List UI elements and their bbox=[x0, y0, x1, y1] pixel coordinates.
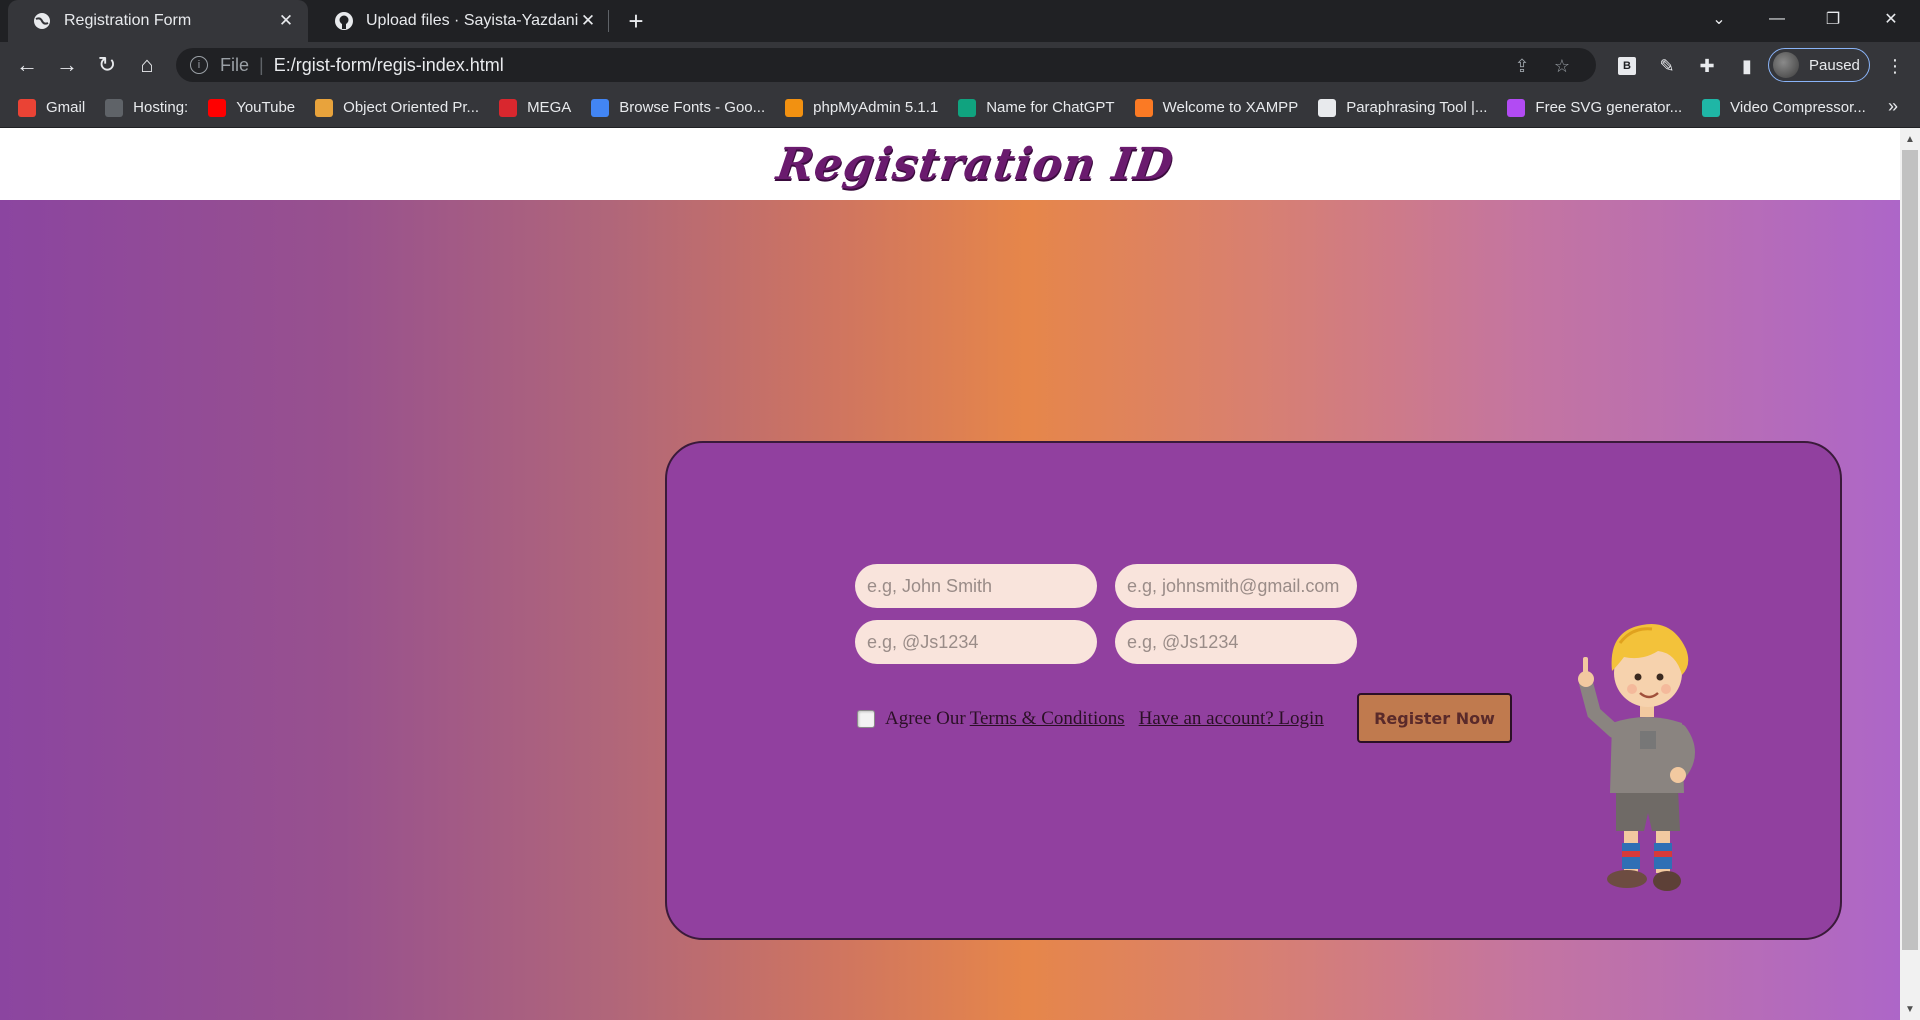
profile-status: Paused bbox=[1809, 56, 1860, 74]
bookmark-item[interactable]: phpMyAdmin 5.1.1 bbox=[785, 98, 939, 117]
close-icon[interactable]: ✕ bbox=[578, 11, 598, 31]
menu-kebab-icon[interactable]: ⋮ bbox=[1882, 53, 1908, 79]
bookmark-label: phpMyAdmin 5.1.1 bbox=[813, 99, 939, 116]
chatgpt-icon bbox=[958, 98, 977, 117]
bookmarks-bar: Gmail Hosting: YouTube Object Oriented Pr..… bbox=[0, 88, 1920, 128]
bookmark-label: Gmail bbox=[46, 99, 86, 116]
register-button[interactable]: Register Now bbox=[1357, 693, 1512, 743]
tab-upload-files[interactable]: Upload files · Sayista-Yazdani/Re ✕ bbox=[310, 0, 610, 42]
bookmark-item[interactable]: Gmail bbox=[18, 98, 86, 117]
home-icon[interactable]: ⌂ bbox=[132, 50, 162, 80]
minimize-icon[interactable]: — bbox=[1754, 0, 1800, 38]
bookmark-label: Hosting: bbox=[133, 99, 189, 116]
globe-icon bbox=[105, 98, 124, 117]
confirm-password-field[interactable] bbox=[1115, 620, 1357, 664]
bookmark-label: Name for ChatGPT bbox=[986, 99, 1115, 116]
extension-pen-icon[interactable]: ✎ bbox=[1654, 53, 1680, 79]
scroll-up-arrow-icon[interactable]: ▲ bbox=[1900, 130, 1920, 148]
side-panel-icon[interactable]: ▮ bbox=[1734, 53, 1760, 79]
page-viewport: Registration ID Agree Our Terms & Condit… bbox=[0, 128, 1900, 1020]
tab-title: Registration Form bbox=[64, 12, 192, 29]
youtube-icon bbox=[208, 98, 227, 117]
tab-search-chevron-icon[interactable]: ⌄ bbox=[1696, 0, 1742, 38]
bookmark-label: Object Oriented Pr... bbox=[343, 99, 480, 116]
bookmark-item[interactable]: Hosting: bbox=[105, 98, 189, 117]
gmail-icon bbox=[18, 98, 36, 117]
page-background: Agree Our Terms & Conditions Have an acc… bbox=[0, 200, 1900, 1020]
site-header: Registration ID bbox=[0, 128, 1900, 200]
bookmark-item[interactable]: Paraphrasing Tool |... bbox=[1318, 98, 1488, 117]
registration-card: Agree Our Terms & Conditions Have an acc… bbox=[665, 441, 1842, 940]
address-separator: | bbox=[259, 54, 264, 75]
scroll-down-arrow-icon[interactable]: ▼ bbox=[1900, 1000, 1920, 1018]
github-icon bbox=[334, 11, 354, 31]
tab-separator bbox=[608, 10, 609, 32]
bookmark-label: Welcome to XAMPP bbox=[1162, 99, 1299, 116]
address-protocol: File bbox=[220, 54, 250, 75]
bookmark-label: Paraphrasing Tool |... bbox=[1346, 99, 1488, 116]
book-icon bbox=[315, 98, 334, 117]
bookmark-item[interactable]: Free SVG generator... bbox=[1507, 98, 1683, 117]
extension-b-icon[interactable]: B bbox=[1614, 53, 1640, 79]
name-field[interactable] bbox=[855, 564, 1097, 608]
svg-icon bbox=[1507, 98, 1526, 117]
fonts-icon bbox=[591, 98, 610, 117]
back-arrow-icon[interactable]: ← bbox=[12, 50, 42, 80]
terms-link[interactable]: Terms & Conditions bbox=[970, 708, 1125, 730]
bookmark-label: Video Compressor... bbox=[1730, 99, 1866, 116]
profile-button[interactable]: Paused bbox=[1768, 48, 1870, 82]
boy-illustration bbox=[1578, 624, 1695, 891]
bookmark-item[interactable]: Video Compressor... bbox=[1702, 98, 1866, 117]
new-tab-plus-icon[interactable]: + bbox=[622, 6, 650, 36]
terms-checkbox[interactable] bbox=[857, 710, 875, 728]
avatar bbox=[1773, 52, 1799, 78]
bookmark-label: YouTube bbox=[236, 99, 296, 116]
bookmark-label: MEGA bbox=[527, 99, 572, 116]
bookmark-item[interactable]: Browse Fonts - Goo... bbox=[591, 98, 766, 117]
play-icon bbox=[1702, 98, 1721, 117]
password-field[interactable] bbox=[855, 620, 1097, 664]
bookmarks-overflow-icon[interactable]: » bbox=[1888, 96, 1898, 117]
restore-icon[interactable]: ❐ bbox=[1810, 0, 1856, 38]
address-bar[interactable]: i File | E:/rgist-form/regis-index.html … bbox=[176, 48, 1596, 82]
extensions-puzzle-icon[interactable]: ✚ bbox=[1694, 53, 1720, 79]
bookmark-item[interactable]: Name for ChatGPT bbox=[958, 98, 1115, 117]
bookmark-item[interactable]: Welcome to XAMPP bbox=[1134, 98, 1299, 117]
tab-title: Upload files · Sayista-Yazdani/Re bbox=[366, 12, 578, 29]
globe-icon bbox=[32, 11, 52, 31]
forward-arrow-icon[interactable]: → bbox=[52, 50, 82, 80]
window-close-icon[interactable]: ✕ bbox=[1868, 0, 1914, 38]
site-info-icon[interactable]: i bbox=[190, 56, 208, 74]
email-field[interactable] bbox=[1115, 564, 1357, 608]
tab-strip: Registration Form ✕ Upload files · Sayis… bbox=[0, 0, 1920, 42]
login-link[interactable]: Have an account? Login bbox=[1139, 708, 1324, 730]
bookmark-label: Browse Fonts - Goo... bbox=[619, 99, 766, 116]
bookmark-item[interactable]: Object Oriented Pr... bbox=[315, 98, 480, 117]
quill-icon bbox=[1318, 98, 1337, 117]
xampp-icon bbox=[1134, 98, 1153, 117]
close-icon[interactable]: ✕ bbox=[276, 11, 296, 31]
address-url: E:/rgist-form/regis-index.html bbox=[273, 54, 504, 75]
mega-icon bbox=[499, 98, 518, 117]
agree-label: Agree Our bbox=[885, 708, 966, 729]
reload-icon[interactable]: ↻ bbox=[92, 50, 122, 80]
agree-row: Agree Our Terms & Conditions Have an acc… bbox=[857, 708, 1324, 730]
phpmyadmin-icon bbox=[785, 98, 804, 117]
bookmark-item[interactable]: YouTube bbox=[208, 98, 296, 117]
bookmark-label: Free SVG generator... bbox=[1535, 99, 1683, 116]
share-icon[interactable]: ⇪ bbox=[1510, 54, 1534, 78]
bookmark-star-icon[interactable]: ☆ bbox=[1550, 54, 1574, 78]
tab-registration-form[interactable]: Registration Form ✕ bbox=[8, 0, 308, 42]
brand-logo: Registration ID bbox=[773, 138, 1177, 190]
scrollbar-thumb[interactable] bbox=[1902, 150, 1918, 950]
bookmark-item[interactable]: MEGA bbox=[499, 98, 572, 117]
